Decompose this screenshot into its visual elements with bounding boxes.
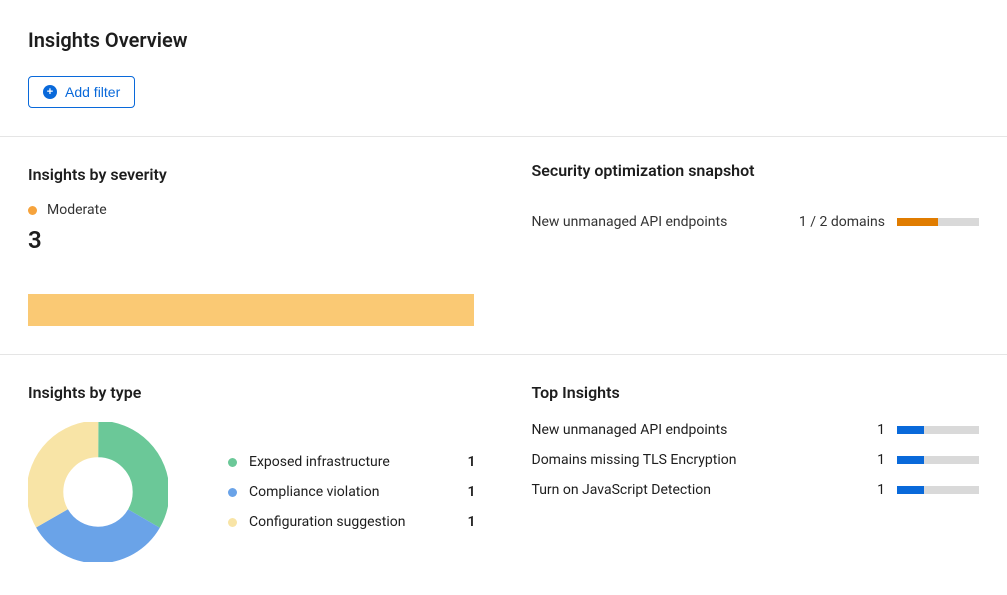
top-insight-label: Domains missing TLS Encryption xyxy=(532,452,878,468)
add-filter-button[interactable]: + Add filter xyxy=(28,76,135,108)
top-insights-panel: Top Insights New unmanaged API endpoints… xyxy=(504,355,1007,590)
legend-value: 1 xyxy=(468,484,476,500)
top-insights-title: Top Insights xyxy=(532,383,980,402)
top-insight-count: 1 xyxy=(877,422,885,438)
snapshot-row-value: 1 / 2 domains xyxy=(799,214,885,230)
donut-chart xyxy=(28,422,168,562)
top-insight-label: Turn on JavaScript Detection xyxy=(532,482,878,498)
severity-legend-label: Moderate xyxy=(47,202,107,218)
legend-dot-icon xyxy=(228,458,237,467)
top-insights-list: New unmanaged API endpoints 1 Domains mi… xyxy=(532,422,980,498)
donut-hole xyxy=(68,462,128,522)
top-insight-label: New unmanaged API endpoints xyxy=(532,422,878,438)
by-type-title: Insights by type xyxy=(28,383,476,402)
severity-title: Insights by severity xyxy=(28,165,476,184)
legend-label: Configuration suggestion xyxy=(249,514,456,530)
snapshot-title: Security optimization snapshot xyxy=(532,161,980,180)
top-insight-bar xyxy=(897,456,979,464)
type-legend-row[interactable]: Compliance violation 1 xyxy=(228,484,476,500)
plus-circle-icon: + xyxy=(43,85,57,99)
legend-dot-icon xyxy=(228,518,237,527)
top-insight-bar-fill xyxy=(897,426,924,434)
top-insight-count: 1 xyxy=(877,452,885,468)
snapshot-bar xyxy=(897,218,979,226)
top-insight-row[interactable]: New unmanaged API endpoints 1 xyxy=(532,422,980,438)
type-legend: Exposed infrastructure 1 Compliance viol… xyxy=(228,454,476,530)
severity-bar xyxy=(28,294,474,326)
top-insight-row[interactable]: Turn on JavaScript Detection 1 xyxy=(532,482,980,498)
snapshot-row[interactable]: New unmanaged API endpoints 1 / 2 domain… xyxy=(532,214,980,230)
legend-label: Exposed infrastructure xyxy=(249,454,456,470)
severity-count: 3 xyxy=(28,226,476,254)
legend-value: 1 xyxy=(468,514,476,530)
row-1: Insights by severity Moderate 3 Security… xyxy=(0,137,1007,355)
top-insight-bar xyxy=(897,426,979,434)
severity-legend: Moderate xyxy=(28,202,476,218)
page-title: Insights Overview xyxy=(28,28,979,52)
snapshot-bar-fill xyxy=(897,218,938,226)
insights-by-type-panel: Insights by type Exposed infrastructure … xyxy=(0,355,504,590)
legend-dot-icon xyxy=(228,488,237,497)
insights-by-severity-panel: Insights by severity Moderate 3 xyxy=(0,137,504,354)
type-legend-row[interactable]: Exposed infrastructure 1 xyxy=(228,454,476,470)
legend-label: Compliance violation xyxy=(249,484,456,500)
top-insight-row[interactable]: Domains missing TLS Encryption 1 xyxy=(532,452,980,468)
top-insight-count: 1 xyxy=(877,482,885,498)
severity-dot-icon xyxy=(28,206,37,215)
snapshot-row-label: New unmanaged API endpoints xyxy=(532,214,799,230)
security-snapshot-panel: Security optimization snapshot New unman… xyxy=(504,137,1007,354)
add-filter-label: Add filter xyxy=(65,84,120,100)
top-insight-bar xyxy=(897,486,979,494)
legend-value: 1 xyxy=(468,454,476,470)
top-insight-bar-fill xyxy=(897,486,924,494)
type-legend-row[interactable]: Configuration suggestion 1 xyxy=(228,514,476,530)
row-2: Insights by type Exposed infrastructure … xyxy=(0,355,1007,590)
top-insight-bar-fill xyxy=(897,456,924,464)
